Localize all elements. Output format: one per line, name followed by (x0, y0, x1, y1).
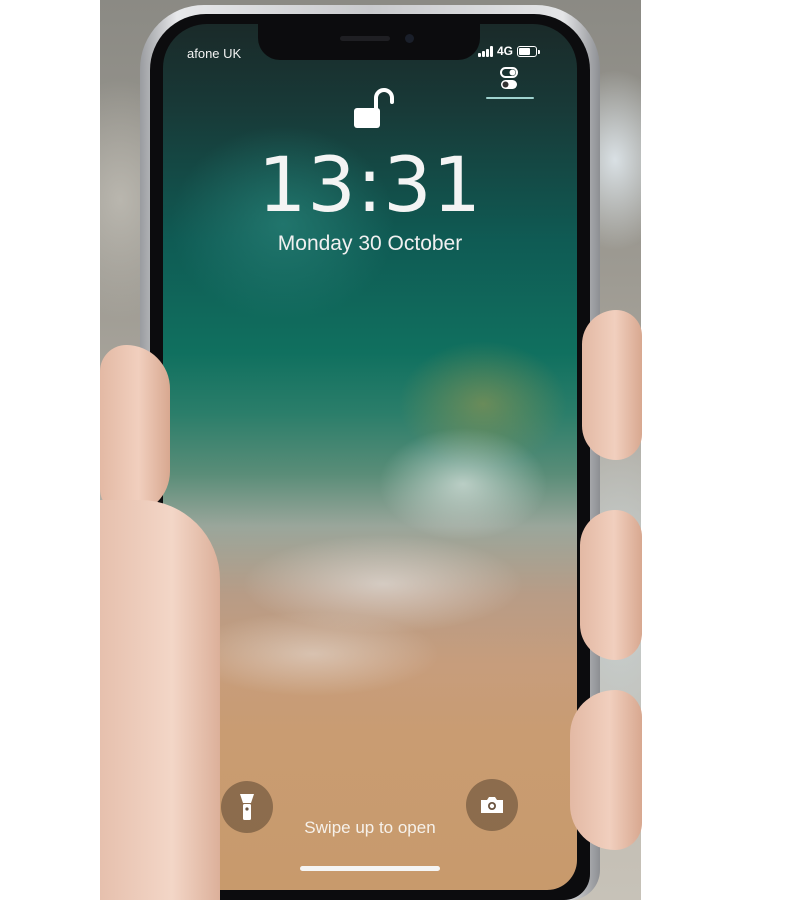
home-indicator[interactable] (300, 866, 440, 871)
unlocked-padlock-icon (354, 88, 394, 128)
battery-icon (517, 45, 541, 57)
control-center-icon[interactable] (499, 66, 519, 92)
right-finger-bottom (570, 690, 642, 850)
status-indicators: 4G (478, 44, 541, 58)
earpiece-speaker (340, 36, 390, 41)
front-camera (405, 34, 414, 43)
right-finger-middle (580, 510, 642, 660)
left-palm (100, 500, 220, 900)
right-finger-top (582, 310, 642, 460)
signal-strength-icon (478, 45, 493, 57)
carrier-name: afone UK (187, 46, 242, 61)
swipe-up-hint: Swipe up to open (304, 818, 436, 837)
control-center-indicator (486, 97, 534, 99)
clock-time: 13:31 (257, 140, 483, 229)
camera-icon (481, 797, 503, 813)
left-thumb (100, 345, 170, 515)
clock-date: Monday 30 October (277, 232, 463, 255)
sensor-notch (258, 24, 480, 60)
network-type: 4G (497, 44, 514, 58)
